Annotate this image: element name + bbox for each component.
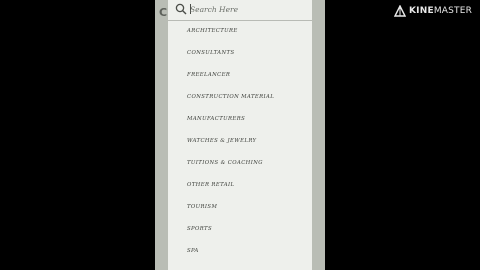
category-list: ARCHITECTURE CONSULTANTS FREELANCER CONS… [168,20,312,262]
category-item-tuitions-coaching[interactable]: TUITIONS & COACHING [168,152,312,174]
category-item-manufacturers[interactable]: MANUFACTURERS [168,108,312,130]
category-item-watches-jewelry[interactable]: WATCHES & JEWELRY [168,130,312,152]
category-item-freelancer[interactable]: FREELANCER [168,64,312,86]
search-icon[interactable] [174,2,190,16]
kinemaster-logo-icon [394,5,406,17]
category-item-spa[interactable]: SPA [168,240,312,262]
watermark-brand-bold: KINE [409,6,434,16]
watermark-brand-rest: MASTER [433,6,473,16]
background-screen-right [312,0,325,270]
category-item-consultants[interactable]: CONSULTANTS [168,42,312,64]
category-item-tourism[interactable]: TOURISM [168,196,312,218]
search-input[interactable] [190,1,300,17]
category-dropdown: ARCHITECTURE CONSULTANTS FREELANCER CONS… [168,0,312,270]
phone-screen: C ARCHITECTURE CONSULTANTS FREELANCER CO… [155,0,325,270]
category-item-construction-material[interactable]: CONSTRUCTION MATERIAL [168,86,312,108]
category-item-other-retail[interactable]: OTHER RETAIL [168,174,312,196]
kinemaster-watermark: KINEMASTER [394,5,480,19]
search-bar [168,0,312,21]
category-item-architecture[interactable]: ARCHITECTURE [168,20,312,42]
category-item-sports[interactable]: SPORTS [168,218,312,240]
background-screen-left: C [155,0,168,270]
background-header-letter: C [159,6,168,19]
watermark-text: KINEMASTER [409,6,472,16]
